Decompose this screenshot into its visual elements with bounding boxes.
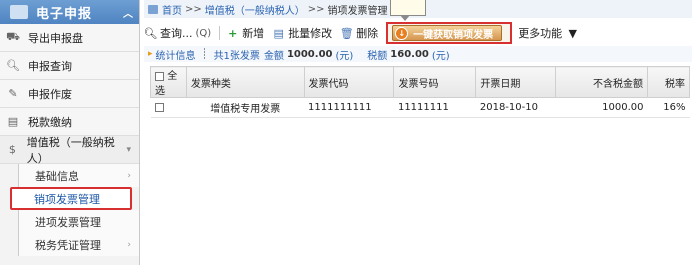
batch-edit-button[interactable]: ▤ 批量修改: [272, 25, 332, 41]
stats-amount-unit: (元): [335, 50, 354, 62]
edit-doc-icon: ✎: [8, 87, 18, 100]
sidebar-subitem-label: 税务凭证管理: [35, 238, 101, 252]
row-checkbox[interactable]: [154, 102, 164, 112]
trash-icon: 🗑︎: [339, 26, 354, 40]
breadcrumb-separator: >>: [185, 3, 202, 15]
column-header[interactable]: 发票号码: [393, 66, 477, 98]
sidebar-subitem-tax-voucher[interactable]: 税务凭证管理 ›: [18, 233, 139, 256]
amount-cell: 1000.00: [555, 97, 648, 118]
search-icon: 🔍︎: [143, 26, 158, 40]
stats-title: 统计信息: [155, 50, 196, 62]
sidebar-item-label: 增值税（一般纳税人）: [26, 135, 115, 165]
sidebar-item-label: 税款缴纳: [28, 115, 72, 129]
table-row[interactable]: 增值税专用发票 1111111111 11111111 2018-10-10 1…: [150, 97, 690, 118]
sidebar-subitem-sales-invoice[interactable]: 销项发票管理: [10, 187, 132, 210]
chevron-up-icon: ︿: [123, 8, 133, 20]
primary-action-highlight: ↓ 一键获取销项发票: [386, 22, 513, 44]
breadcrumb-current: 销项发票管理: [327, 5, 388, 17]
query-shortcut: (Q): [195, 27, 212, 39]
stats-tax-label: 税额: [367, 50, 388, 62]
invoice-number-cell: 11111111: [393, 97, 476, 118]
sidebar-subitem-label: 销项发票管理: [34, 192, 100, 206]
table-header-row: 全选 发票种类 发票代码 发票号码 开票日期 不含税金额 税率: [150, 66, 690, 98]
sidebar-header[interactable]: 电子申报 ︿: [0, 0, 139, 24]
delete-label: 删除: [356, 27, 379, 40]
sidebar-subitem-input-invoice[interactable]: 进项发票管理: [18, 210, 139, 233]
sidebar-item-vat[interactable]: $ 增值税（一般纳税人） ▾: [0, 135, 139, 165]
breadcrumb-separator: >>: [307, 3, 325, 15]
caret-down-icon: ▼: [568, 26, 577, 40]
sidebar-item-void[interactable]: ✎ 申报作废: [0, 80, 139, 108]
batch-edit-icon: ▤: [273, 26, 284, 40]
column-header[interactable]: 税率: [647, 66, 690, 98]
tooltip-callout: [390, 0, 426, 16]
coin-icon: $: [8, 143, 16, 156]
fetch-sales-invoices-label: 一键获取销项发票: [413, 29, 494, 41]
breadcrumb-home[interactable]: 首页: [162, 2, 182, 17]
download-icon: ↓: [395, 26, 409, 40]
sidebar-item-export[interactable]: ⛟ 导出申报盘: [0, 24, 139, 52]
invoice-code-cell: 1111111111: [304, 97, 394, 118]
invoice-date-cell: 2018-10-10: [475, 97, 556, 118]
column-header[interactable]: 开票日期: [475, 66, 557, 98]
sidebar-item-label: 申报作废: [28, 87, 72, 101]
truck-icon: ⛟: [6, 30, 20, 43]
plus-icon: +: [228, 26, 238, 40]
select-all-header[interactable]: 全选: [150, 66, 187, 98]
tax-rate-cell: 16%: [647, 97, 690, 118]
column-header[interactable]: 不含税金额: [555, 66, 649, 98]
fetch-sales-invoices-button[interactable]: ↓ 一键获取销项发票: [392, 25, 503, 41]
home-icon: [148, 4, 158, 14]
more-functions-label: 更多功能: [518, 27, 563, 40]
collapse-arrow-icon[interactable]: ▸: [148, 49, 153, 59]
search-doc-icon: 🔍︎: [6, 59, 20, 72]
more-functions-button[interactable]: 更多功能 ▼: [518, 25, 582, 41]
chevron-right-icon: ›: [127, 170, 131, 181]
invoice-table: 全选 发票种类 发票代码 发票号码 开票日期 不含税金额 税率 增值税专用发票 …: [150, 66, 690, 118]
stats-separator: ┊: [201, 48, 208, 60]
query-button[interactable]: 🔍︎ 查询... (Q): [143, 25, 212, 41]
breadcrumb-level1[interactable]: 增值税（一般纳税人）: [205, 2, 305, 17]
sidebar-subitem-label: 基础信息: [35, 169, 79, 183]
select-all-checkbox[interactable]: [155, 71, 164, 81]
chevron-down-icon: ▾: [126, 144, 131, 155]
sidebar-title: 电子申报: [36, 6, 93, 22]
query-label: 查询...: [160, 27, 193, 40]
add-label: 新增: [242, 27, 265, 40]
sidebar-item-tax-payment[interactable]: ▤ 税款缴纳: [0, 108, 139, 136]
batch-edit-label: 批量修改: [288, 27, 333, 40]
toolbar-divider: [219, 26, 221, 40]
stats-bar: ▸ 统计信息 ┊ 共1张发票 金额 1000.00 (元) 税额 160.00 …: [144, 46, 692, 62]
chevron-right-icon: ›: [127, 239, 131, 250]
toolbar: 🔍︎ 查询... (Q) + 新增 ▤ 批量修改 🗑︎ 删除 ↓ 一键获取销项发…: [144, 22, 692, 44]
stats-tax-value: 160.00: [390, 48, 429, 60]
delete-button[interactable]: 🗑︎ 删除: [340, 25, 378, 41]
sidebar-item-label: 导出申报盘: [28, 31, 83, 45]
invoice-type-cell: 增值税专用发票: [186, 97, 305, 118]
row-select-cell[interactable]: [150, 97, 187, 118]
stats-amount-value: 1000.00: [286, 48, 333, 60]
sidebar: 电子申报 ︿ ⛟ 导出申报盘 🔍︎ 申报查询 ✎ 申报作废 ▤ 税款缴纳 $ 增…: [0, 0, 140, 265]
sidebar-subitem-label: 进项发票管理: [35, 215, 101, 229]
add-button[interactable]: + 新增: [226, 25, 264, 41]
main-panel: 首页 >> 增值税（一般纳税人） >> 销项发票管理 🔍︎ 查询... (Q) …: [144, 0, 692, 265]
stats-tax-unit: (元): [431, 50, 450, 62]
column-header[interactable]: 发票种类: [185, 66, 305, 98]
column-header[interactable]: 发票代码: [303, 66, 395, 98]
stats-amount-label: 金额: [263, 50, 284, 62]
sidebar-item-query[interactable]: 🔍︎ 申报查询: [0, 52, 139, 80]
document-icon: ▤: [7, 115, 19, 128]
e-declare-icon: [10, 5, 28, 19]
stats-count: 共1张发票: [213, 50, 260, 62]
sidebar-subitem-basic-info[interactable]: 基础信息 ›: [18, 164, 139, 187]
tooltip-pointer: [400, 15, 410, 21]
sidebar-item-label: 申报查询: [28, 59, 72, 73]
